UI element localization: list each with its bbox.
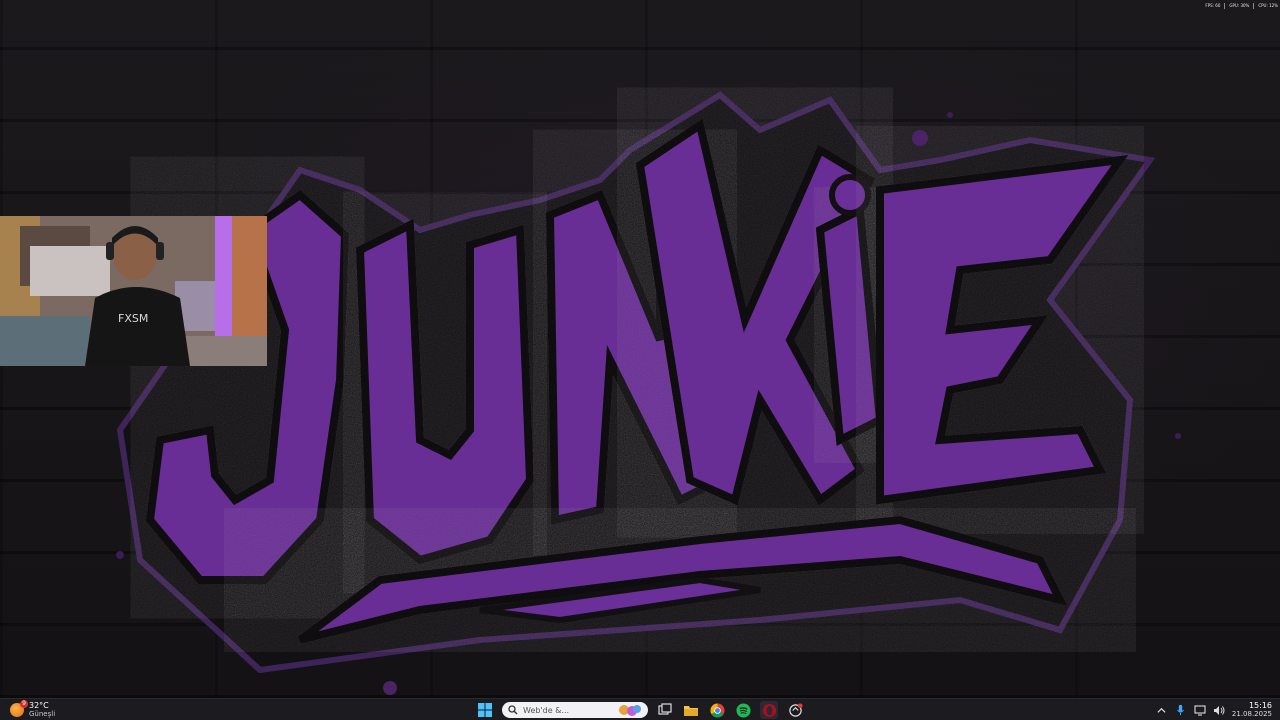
clock-date: 21.08.2025 xyxy=(1231,710,1272,718)
webcam-overlay: FXSM xyxy=(0,216,267,366)
performance-overlay: FPS: 60 GPU: 30% CPU: 12% xyxy=(1205,1,1278,10)
overlay-separator xyxy=(1224,2,1226,9)
folder-icon[interactable] xyxy=(682,701,700,719)
notification-badge: 9 xyxy=(20,700,28,708)
taskbar-clock[interactable]: 15:16 21.08.2025 xyxy=(1232,701,1272,719)
task-view-icon[interactable] xyxy=(656,701,674,719)
weather-temperature: 32°C xyxy=(29,701,49,710)
overlay-stat: FPS: 60 xyxy=(1205,3,1221,8)
webcam-shirt-text: FXSM xyxy=(118,312,148,325)
taskbar: 9 32°C Güneşli Web'de &... 15:16 21.08.2… xyxy=(0,698,1280,720)
search-icon xyxy=(508,705,518,715)
app-icon[interactable] xyxy=(786,701,804,719)
network-icon[interactable] xyxy=(1194,704,1206,716)
volume-icon[interactable] xyxy=(1213,704,1225,716)
search-placeholder: Web'de &... xyxy=(523,705,570,715)
weather-condition: Güneşli xyxy=(29,710,56,718)
taskbar-search-box[interactable]: Web'de &... xyxy=(502,702,648,718)
opera-icon[interactable] xyxy=(760,701,778,719)
clock-time: 15:16 xyxy=(1248,701,1272,710)
system-tray: 15:16 21.08.2025 xyxy=(1156,701,1272,719)
weather-widget[interactable]: 9 32°C Güneşli xyxy=(10,700,56,719)
chrome-icon[interactable] xyxy=(708,701,726,719)
taskbar-apps: Web'de &... xyxy=(476,701,804,719)
windows-icon[interactable] xyxy=(476,701,494,719)
chevron-up-icon[interactable] xyxy=(1156,704,1168,716)
overlay-stat: CPU: 12% xyxy=(1258,3,1278,8)
overlay-separator xyxy=(1253,2,1255,9)
spotify-icon[interactable] xyxy=(734,701,752,719)
overlay-stat: GPU: 30% xyxy=(1229,3,1250,8)
webcam-feed: FXSM xyxy=(0,216,267,366)
sun-icon: 9 xyxy=(10,700,28,717)
search-highlight-icon xyxy=(619,705,641,716)
microphone-icon[interactable] xyxy=(1175,704,1187,716)
